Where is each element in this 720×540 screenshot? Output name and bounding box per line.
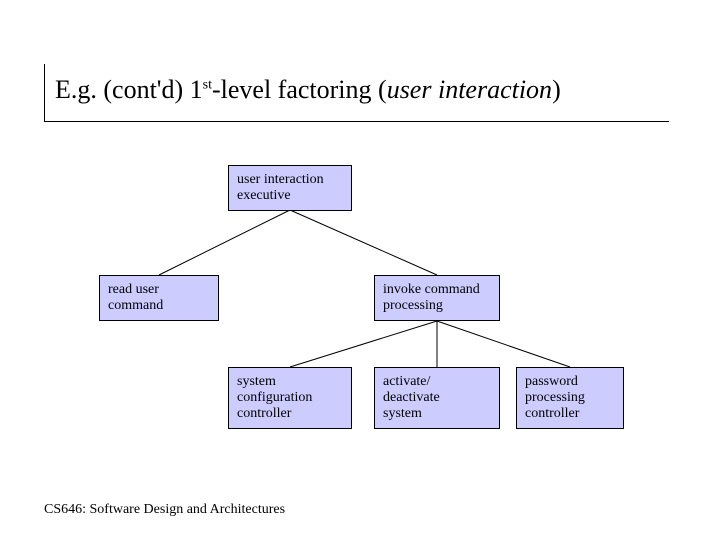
node-right-line2: processing: [383, 298, 443, 313]
node-right-line1: invoke command: [383, 282, 480, 297]
node-invoke-command-processing: invoke command processing: [374, 275, 500, 321]
slide: E.g. (cont'd) 1st-level factoring (user …: [0, 0, 720, 540]
node-read-user-command: read user command: [99, 275, 219, 321]
title-part-post: ): [552, 75, 561, 104]
node-password-processing-controller: password processing controller: [516, 367, 624, 429]
title-part-pre: E.g. (cont'd) 1: [55, 75, 203, 104]
node-c1-line3: controller: [237, 406, 291, 421]
node-c3-line2: processing: [525, 390, 585, 405]
node-system-configuration-controller: system configuration controller: [228, 367, 352, 429]
node-root-line1: user interaction: [237, 172, 324, 187]
node-left-line2: command: [108, 298, 163, 313]
node-c1-line2: configuration: [237, 390, 312, 405]
node-c2-line1: activate/: [383, 374, 430, 389]
node-c3-line1: password: [525, 374, 578, 389]
title-superscript: st: [203, 77, 212, 92]
node-c2-line3: system: [383, 406, 422, 421]
page-title: E.g. (cont'd) 1st-level factoring (user …: [55, 76, 669, 105]
footer-text: CS646: Software Design and Architectures: [44, 502, 285, 518]
node-c2-line2: deactivate: [383, 390, 440, 405]
node-activate-deactivate-system: activate/ deactivate system: [374, 367, 500, 429]
node-root: user interaction executive: [228, 165, 352, 211]
title-container: E.g. (cont'd) 1st-level factoring (user …: [44, 64, 669, 122]
title-part-mid: -level factoring (: [212, 75, 387, 104]
node-c3-line3: controller: [525, 406, 579, 421]
node-c1-line1: system: [237, 374, 276, 389]
title-italic: user interaction: [387, 75, 552, 104]
node-root-line2: executive: [237, 188, 291, 203]
node-left-line1: read user: [108, 282, 159, 297]
